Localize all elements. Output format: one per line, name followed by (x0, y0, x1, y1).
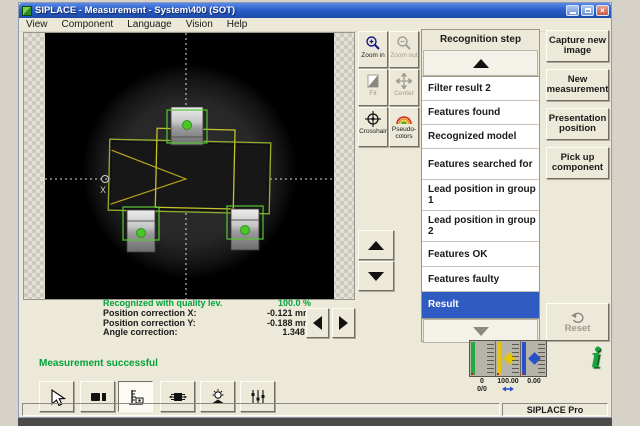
yellow-bar-icon (497, 342, 501, 375)
recognition-step-header: Recognition step (422, 30, 539, 50)
list-item[interactable]: Recognized model (422, 125, 539, 149)
gauge-marker (497, 373, 499, 375)
presentation-position-button[interactable]: Presentation position (546, 108, 609, 140)
angle-correction-row: Angle correction: 1.348 ° (103, 328, 311, 338)
fit-label: Fit (369, 90, 376, 97)
camera-image: X (45, 33, 334, 299)
recognition-overlay: X (45, 33, 334, 299)
down-triangle-icon (368, 272, 384, 281)
new-measurement-button[interactable]: New measurement (546, 69, 609, 101)
title-bar: SIPLACE - Measurement - System\400 (SOT)… (19, 3, 611, 18)
close-button[interactable]: × (596, 5, 609, 16)
pseudo-colors-label: Pseudo-colors (390, 126, 418, 140)
list-item[interactable]: Features searched for (422, 149, 539, 180)
gauge-offset-value: 0.00 (521, 378, 547, 386)
zoom-in-label: Zoom in (361, 52, 384, 59)
next-result-button[interactable] (332, 308, 355, 338)
product-name: SIPLACE Pro (502, 403, 608, 416)
status-bar: SIPLACE Pro (21, 403, 609, 416)
gauge-marker (471, 373, 473, 375)
gauge-scale (487, 344, 494, 373)
left-triangle-icon (313, 316, 322, 330)
menu-vision[interactable]: Vision (179, 19, 220, 30)
gauge-count-value: 0 (469, 378, 495, 386)
zoom-out-button[interactable]: Zoom out (389, 31, 419, 68)
list-item-selected[interactable]: Result (422, 292, 539, 318)
fit-icon (365, 73, 381, 89)
reset-button[interactable]: Reset (546, 303, 609, 341)
minimize-button[interactable] (566, 5, 579, 16)
list-item[interactable]: Lead position in group 1 (422, 180, 539, 211)
capture-new-image-button[interactable]: Capture new image (546, 30, 609, 62)
crosshair-label: Crosshair (359, 128, 387, 135)
status-bar-field (22, 403, 500, 416)
list-item[interactable]: Features faulty (422, 267, 539, 292)
info-icon[interactable]: i (591, 343, 601, 374)
window-title: SIPLACE - Measurement - System\400 (SOT) (35, 5, 564, 16)
step-up-button[interactable] (358, 230, 394, 260)
list-item[interactable]: Features OK (422, 242, 539, 267)
gauge-scale (538, 344, 545, 373)
maximize-button[interactable] (581, 5, 594, 16)
window-bottom-edge (18, 418, 612, 426)
up-triangle-icon (368, 241, 384, 250)
gauge-quality (496, 341, 522, 376)
pseudo-colors-button[interactable]: Pseudo-colors (389, 107, 419, 147)
blue-bar-icon (522, 342, 526, 375)
gauge-marker (522, 373, 524, 375)
angle-correction-label: Angle correction: (103, 328, 253, 338)
close-icon: × (600, 6, 605, 15)
scroll-down-icon (473, 327, 489, 336)
gauge-labels: 0 0/0 100.00 0.00 (469, 378, 547, 394)
scale-icon (502, 386, 514, 392)
pseudo-colors-icon (395, 111, 413, 125)
center-icon (396, 73, 412, 89)
recognition-step-panel: Recognition step Filter result 2 Feature… (421, 29, 540, 342)
crosshair-button[interactable]: Crosshair (358, 107, 388, 147)
menu-view[interactable]: View (19, 19, 55, 30)
vision-image-area: X (23, 32, 355, 300)
desktop: { "window": { "title": "SIPLACE - Measur… (0, 0, 640, 426)
reset-label: Reset (565, 323, 591, 334)
gauge-count (470, 341, 496, 376)
maximize-icon (585, 8, 591, 13)
zoom-out-label: Zoom out (390, 52, 417, 59)
crosshair-icon (365, 111, 381, 127)
menu-help[interactable]: Help (220, 19, 255, 30)
undo-icon (570, 311, 586, 323)
zoom-in-icon (365, 35, 381, 51)
vision-gauges (469, 340, 547, 377)
list-item[interactable]: Filter result 2 (422, 77, 539, 101)
zoom-in-button[interactable]: Zoom in (358, 31, 388, 68)
center-button[interactable]: Center (389, 69, 419, 106)
green-bar-icon (471, 342, 475, 375)
gauge-count-sub: 0/0 (469, 386, 495, 394)
app-window: SIPLACE - Measurement - System\400 (SOT)… (18, 2, 612, 418)
right-triangle-icon (339, 316, 348, 330)
list-item[interactable]: Features found (422, 101, 539, 125)
recognition-step-list: Filter result 2 Features found Recognize… (422, 76, 539, 319)
zoom-out-icon (396, 35, 412, 51)
measurement-results: Recognized with quality lev. 100.0 % Pos… (103, 299, 311, 338)
list-item[interactable]: Lead position in group 2 (422, 211, 539, 242)
minimize-icon (570, 12, 576, 14)
app-icon (22, 6, 32, 16)
scroll-up-icon (473, 59, 489, 68)
previous-result-button[interactable] (306, 308, 329, 338)
status-message: Measurement successful (39, 358, 158, 369)
gauge-quality-value: 100.00 (495, 378, 521, 386)
center-label: Center (394, 90, 414, 97)
list-scroll-up-button[interactable] (423, 50, 538, 76)
menu-language[interactable]: Language (120, 19, 179, 30)
gauge-scale (512, 344, 519, 373)
gauge-offset (521, 341, 546, 376)
pick-up-component-button[interactable]: Pick up component (546, 147, 609, 179)
menu-component[interactable]: Component (55, 19, 121, 30)
x-axis-label: X (100, 185, 106, 195)
step-down-button[interactable] (358, 261, 394, 291)
angle-correction-value: 1.348 ° (253, 328, 311, 338)
fit-button[interactable]: Fit (358, 69, 388, 106)
